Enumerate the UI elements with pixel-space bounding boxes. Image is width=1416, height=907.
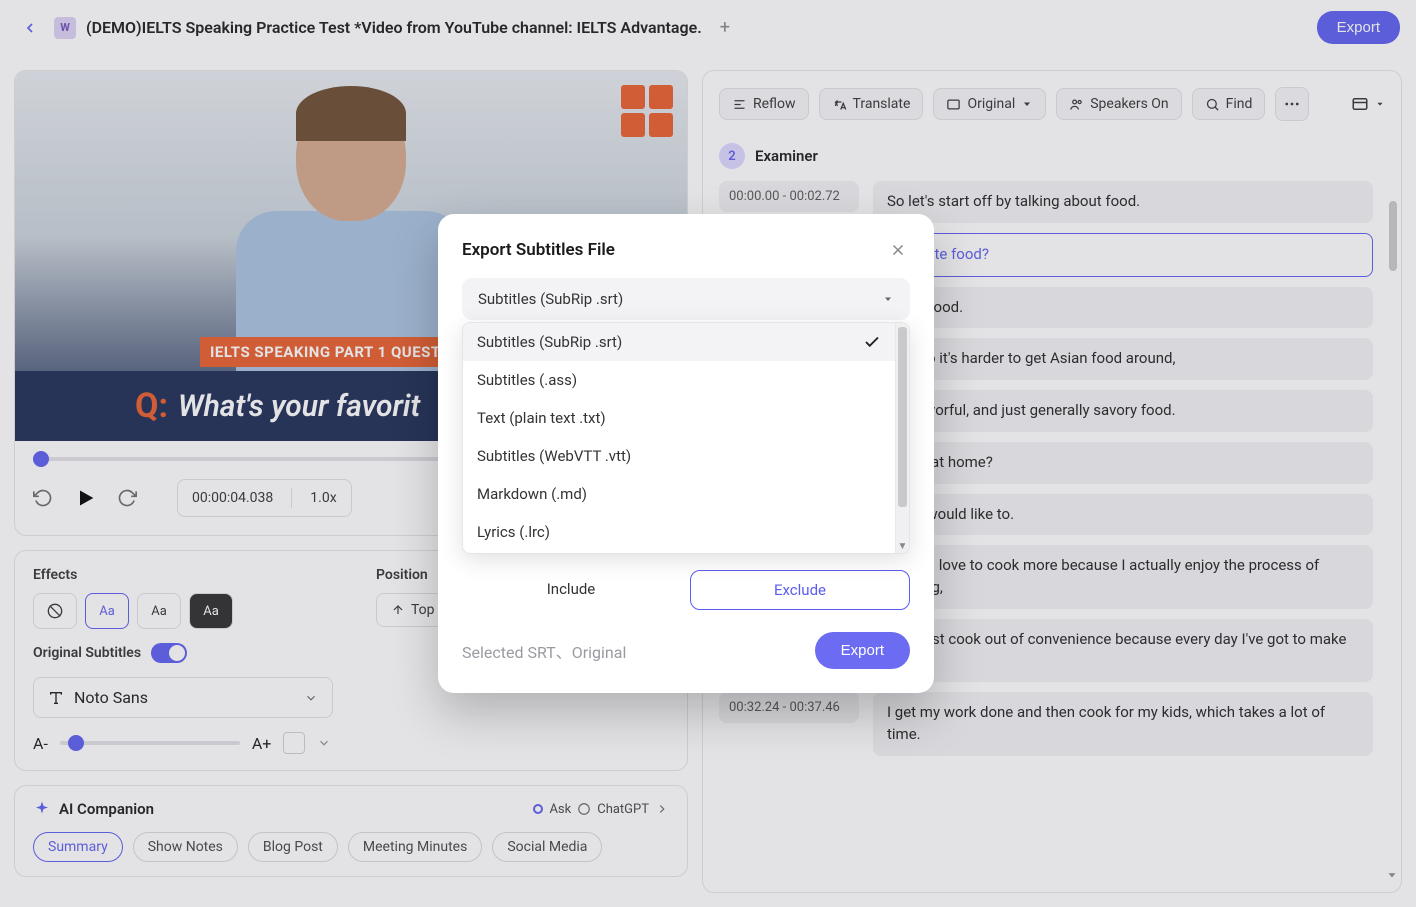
- exclude-button[interactable]: Exclude: [690, 570, 910, 610]
- modal-close-button[interactable]: [886, 238, 910, 262]
- selected-format-label: Subtitles (SubRip .srt): [478, 290, 623, 308]
- check-icon: [863, 333, 881, 351]
- export-subtitles-modal: Export Subtitles File Subtitles (SubRip …: [438, 214, 934, 693]
- dropdown-option[interactable]: Subtitles (WebVTT .vtt): [463, 437, 895, 475]
- option-label: Lyrics (.lrc): [477, 523, 550, 541]
- dropdown-option[interactable]: Subtitles (SubRip .srt): [463, 323, 895, 361]
- option-label: Markdown (.md): [477, 485, 587, 503]
- option-label: Subtitles (SubRip .srt): [477, 333, 622, 351]
- include-button[interactable]: Include: [462, 570, 680, 610]
- modal-title: Export Subtitles File: [462, 240, 615, 260]
- format-dropdown: Subtitles (SubRip .srt) Subtitles (.ass)…: [462, 322, 910, 554]
- selected-summary: Selected SRT、Original: [462, 639, 626, 663]
- option-label: Subtitles (WebVTT .vtt): [477, 447, 631, 465]
- dropdown-scrollbar[interactable]: ▼: [895, 323, 909, 553]
- dropdown-option[interactable]: Lyrics (.lrc): [463, 513, 895, 551]
- dropdown-option[interactable]: Text (plain text .txt): [463, 399, 895, 437]
- dropdown-scroll-thumb[interactable]: [898, 327, 907, 507]
- option-label: Text (plain text .txt): [477, 409, 606, 427]
- format-select[interactable]: Subtitles (SubRip .srt): [462, 278, 910, 320]
- modal-export-button[interactable]: Export: [815, 632, 910, 669]
- dropdown-option[interactable]: Markdown (.md): [463, 475, 895, 513]
- dropdown-option[interactable]: Subtitles (.ass): [463, 361, 895, 399]
- dropdown-option[interactable]: PDF (.pdf): [463, 551, 895, 553]
- chevron-down-icon: [882, 293, 894, 305]
- option-label: Subtitles (.ass): [477, 371, 577, 389]
- dropdown-scroll-down[interactable]: ▼: [896, 539, 909, 553]
